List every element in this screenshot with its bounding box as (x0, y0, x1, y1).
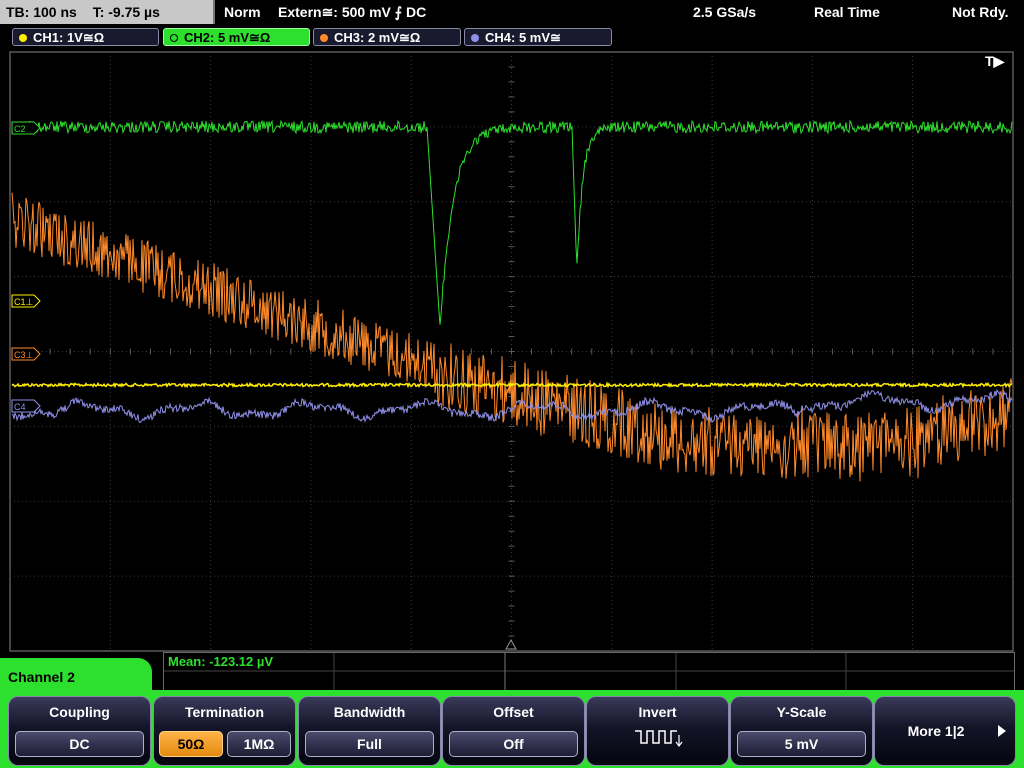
trigger-source[interactable]: Extern≅: 500 mV ⨍ DC (278, 0, 426, 24)
termination-1mohm-option[interactable]: 1MΩ (227, 731, 291, 757)
ch4-ground-marker[interactable]: C4 (11, 399, 41, 413)
coupling-label: Coupling (49, 704, 110, 720)
invert-softkey[interactable]: Invert (586, 696, 729, 766)
timebase-box[interactable]: TB: 100 ns T: -9.75 µs (0, 0, 215, 24)
ch1-marker-label: C1⊥ (14, 297, 34, 307)
sample-rate: 2.5 GSa/s (693, 4, 757, 20)
ch2-marker-label: C2 (14, 124, 26, 134)
offset-softkey[interactable]: Offset Off (442, 696, 585, 766)
offset-label: Offset (493, 704, 534, 720)
ch4-color-dot (471, 33, 479, 42)
mean-measurement: Mean: -123.12 µV (168, 654, 274, 669)
measurement-grid (164, 653, 1014, 693)
ch3-ground-marker[interactable]: C3⊥ (11, 347, 41, 361)
yscale-value[interactable]: 5 mV (737, 731, 866, 757)
ch3-marker-label: C3⊥ (14, 350, 34, 360)
ch2-color-dot (170, 33, 178, 42)
termination-softkey[interactable]: Termination 50Ω 1MΩ (153, 696, 296, 766)
ch2-ground-marker[interactable]: C2 (11, 121, 41, 135)
menu-title: Channel 2 (8, 669, 75, 685)
timebase-readout: TB: 100 ns (6, 4, 77, 20)
ch4-marker-label: C4 (14, 402, 26, 412)
inverted-square-wave-icon (635, 730, 683, 747)
right-arrow-icon (998, 725, 1006, 737)
trigger-position-flag[interactable]: T▶ (985, 53, 1006, 69)
ch3-color-dot (320, 33, 328, 42)
channel-chip-ch2[interactable]: CH2: 5 mV≅Ω (163, 28, 310, 46)
channel-chip-ch1[interactable]: CH1: 1V≅Ω (12, 28, 159, 46)
menu-title-tab: Channel 2 (0, 658, 152, 694)
ch1-ground-marker[interactable]: C1⊥ (11, 294, 41, 308)
coupling-value[interactable]: DC (15, 731, 144, 757)
channel-chip-ch3[interactable]: CH3: 2 mV≅Ω (313, 28, 461, 46)
bandwidth-softkey[interactable]: Bandwidth Full (298, 696, 441, 766)
ch1-chip-label: CH1: 1V≅Ω (33, 30, 105, 45)
bandwidth-label: Bandwidth (333, 704, 406, 720)
acquisition-mode: Real Time (814, 4, 880, 20)
more-label: More 1|2 (907, 723, 965, 739)
more-softkey[interactable]: More 1|2 (874, 696, 1016, 766)
measurement-panel (163, 652, 1015, 694)
trigger-mode[interactable]: Norm (224, 0, 261, 24)
offset-value[interactable]: Off (449, 731, 578, 757)
invert-label: Invert (638, 704, 677, 720)
termination-50ohm-option[interactable]: 50Ω (159, 731, 223, 757)
ch2-chip-label: CH2: 5 mV≅Ω (184, 30, 271, 45)
trigger-time-readout: T: -9.75 µs (92, 4, 160, 20)
coupling-softkey[interactable]: Coupling DC (8, 696, 151, 766)
status-bar: TB: 100 ns T: -9.75 µs Norm Extern≅: 500… (0, 0, 1024, 26)
ch3-chip-label: CH3: 2 mV≅Ω (334, 30, 421, 45)
yscale-softkey[interactable]: Y-Scale 5 mV (730, 696, 873, 766)
trigger-status: Not Rdy. (952, 4, 1009, 20)
ch1-color-dot (19, 33, 27, 42)
yscale-label: Y-Scale (776, 704, 827, 720)
termination-label: Termination (184, 704, 265, 720)
ch4-chip-label: CH4: 5 mV≅ (485, 30, 561, 45)
bandwidth-value[interactable]: Full (305, 731, 434, 757)
waveform-display[interactable]: C1⊥ C3⊥ C2 C4 T▶ (0, 50, 1024, 653)
channel-chip-ch4[interactable]: CH4: 5 mV≅ (464, 28, 612, 46)
